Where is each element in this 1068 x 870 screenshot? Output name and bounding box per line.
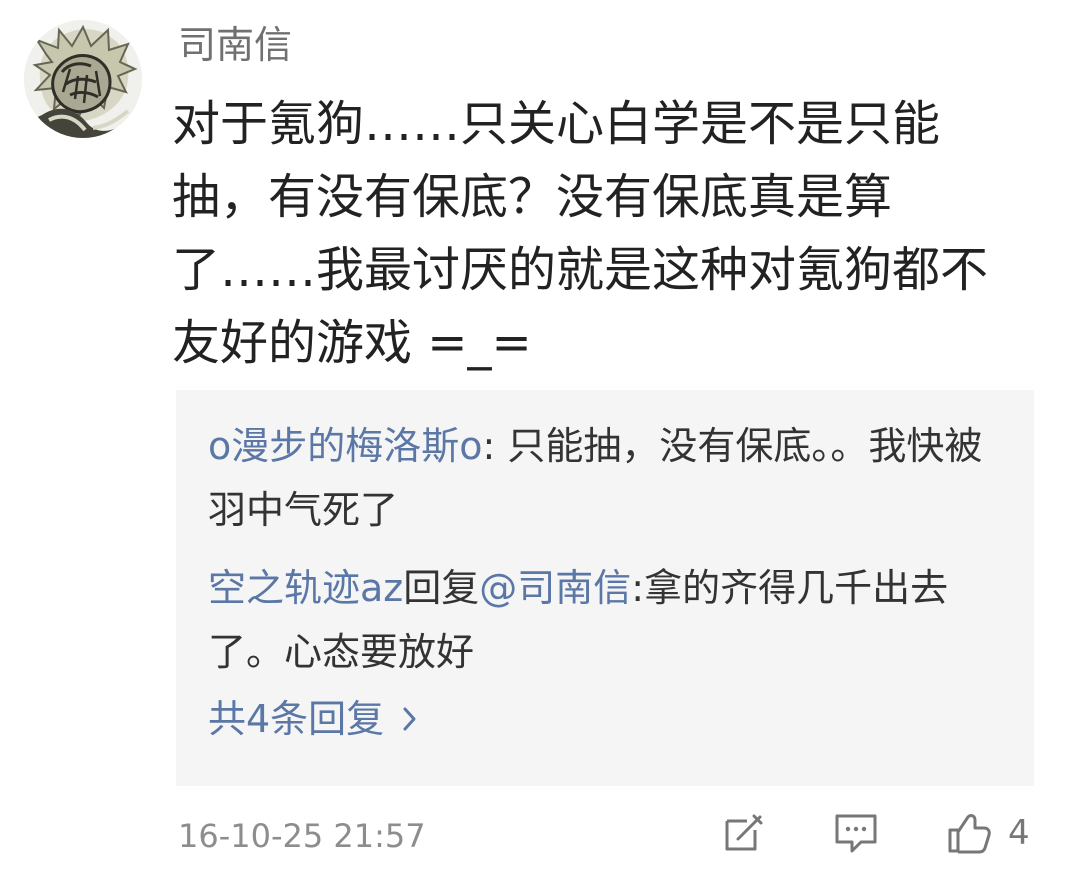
comment-icon[interactable] bbox=[830, 808, 882, 858]
avatar-image bbox=[24, 20, 142, 138]
chevron-right-icon bbox=[402, 705, 418, 733]
reply-item[interactable]: o漫步的梅洛斯o: 只能抽，没有保底。。我快被羽中气死了 bbox=[208, 414, 998, 542]
like-count: 4 bbox=[1008, 813, 1030, 853]
reply-author[interactable]: o漫步的梅洛斯o bbox=[208, 424, 483, 468]
reply-author[interactable]: 空之轨迹az bbox=[208, 566, 403, 610]
view-more-replies-link[interactable]: 共4条回复 bbox=[208, 694, 418, 744]
reply-item[interactable]: 空之轨迹az回复@司南信:拿的齐得几千出去了。心态要放好 bbox=[208, 556, 998, 684]
like-button[interactable]: 4 bbox=[944, 808, 1030, 858]
comment-footer: 16-10-25 21:57 4 bbox=[0, 808, 1068, 868]
comment-username[interactable]: 司南信 bbox=[178, 20, 292, 70]
more-replies-label: 共4条回复 bbox=[208, 697, 385, 741]
thumbs-up-icon bbox=[944, 809, 992, 857]
edit-icon[interactable] bbox=[718, 808, 768, 858]
avatar[interactable] bbox=[24, 20, 142, 138]
comment-text: 对于氪狗……只关心白学是不是只能抽，有没有保底？没有保底真是算了……我最讨厌的就… bbox=[172, 96, 989, 371]
comment-card: 司南信 对于氪狗……只关心白学是不是只能抽，有没有保底？没有保底真是算了……我最… bbox=[0, 0, 1068, 870]
reply-action-text: 回复 bbox=[403, 566, 480, 610]
comment-timestamp: 16-10-25 21:57 bbox=[178, 817, 426, 855]
mentioned-user[interactable]: @司南信 bbox=[479, 566, 631, 610]
reply-preview-box[interactable]: o漫步的梅洛斯o: 只能抽，没有保底。。我快被羽中气死了 空之轨迹az回复@司南… bbox=[176, 390, 1034, 786]
